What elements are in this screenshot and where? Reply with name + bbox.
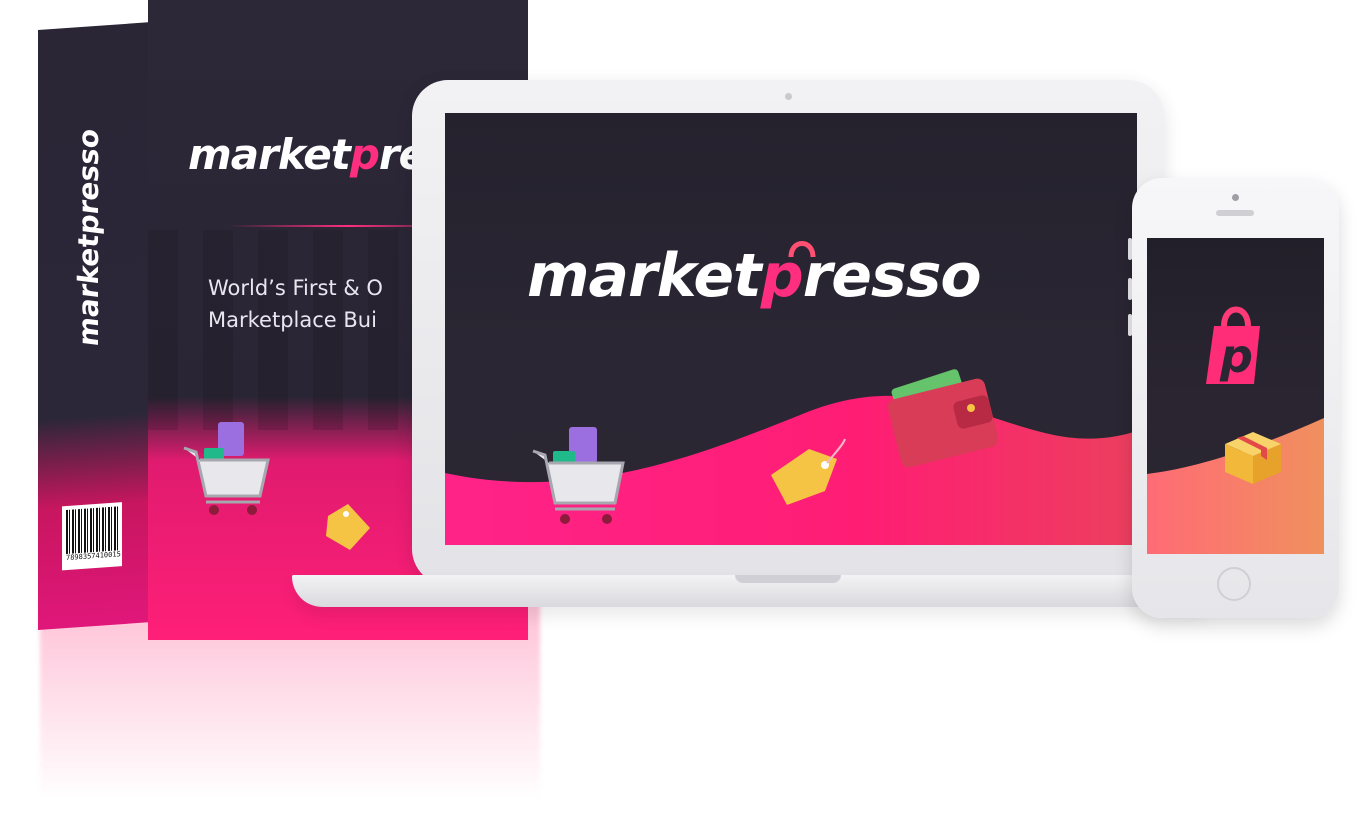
laptop-screen: marketpresso [445, 113, 1137, 545]
phone-home-button [1217, 567, 1251, 601]
package-box-icon [1225, 432, 1281, 484]
screen-logo-suffix: resso [802, 241, 982, 311]
shopping-bag-icon [788, 241, 816, 258]
box-logo-p: p [349, 130, 380, 179]
screen-logo-prefix: market [527, 241, 762, 311]
product-box-side: marketpresso 7898357410015 [38, 22, 148, 631]
phone-wave [1147, 418, 1324, 554]
price-tag-icon [771, 438, 846, 505]
box-logo-prefix: market [188, 130, 351, 179]
svg-text:p: p [1219, 329, 1253, 383]
wallet-icon [887, 369, 999, 468]
shopping-cart-icon [532, 427, 625, 524]
phone-screen: p [1147, 238, 1324, 554]
barcode-bars [66, 506, 118, 555]
phone-volume-button [1128, 278, 1132, 300]
laptop-notch [735, 575, 841, 583]
price-tag-icon [326, 504, 370, 550]
box-side-logo: marketpresso [72, 128, 105, 348]
screen-logo: marketpresso [527, 241, 982, 311]
phone-speaker [1216, 210, 1254, 216]
barcode: 7898357410015 [62, 502, 122, 571]
shopping-cart-icon [183, 422, 270, 515]
shopping-bag-p-icon: p [1206, 306, 1260, 384]
laptop-camera [785, 93, 792, 100]
phone-volume-button [1128, 238, 1132, 260]
phone-camera [1232, 194, 1239, 201]
phone-volume-button [1128, 314, 1132, 336]
